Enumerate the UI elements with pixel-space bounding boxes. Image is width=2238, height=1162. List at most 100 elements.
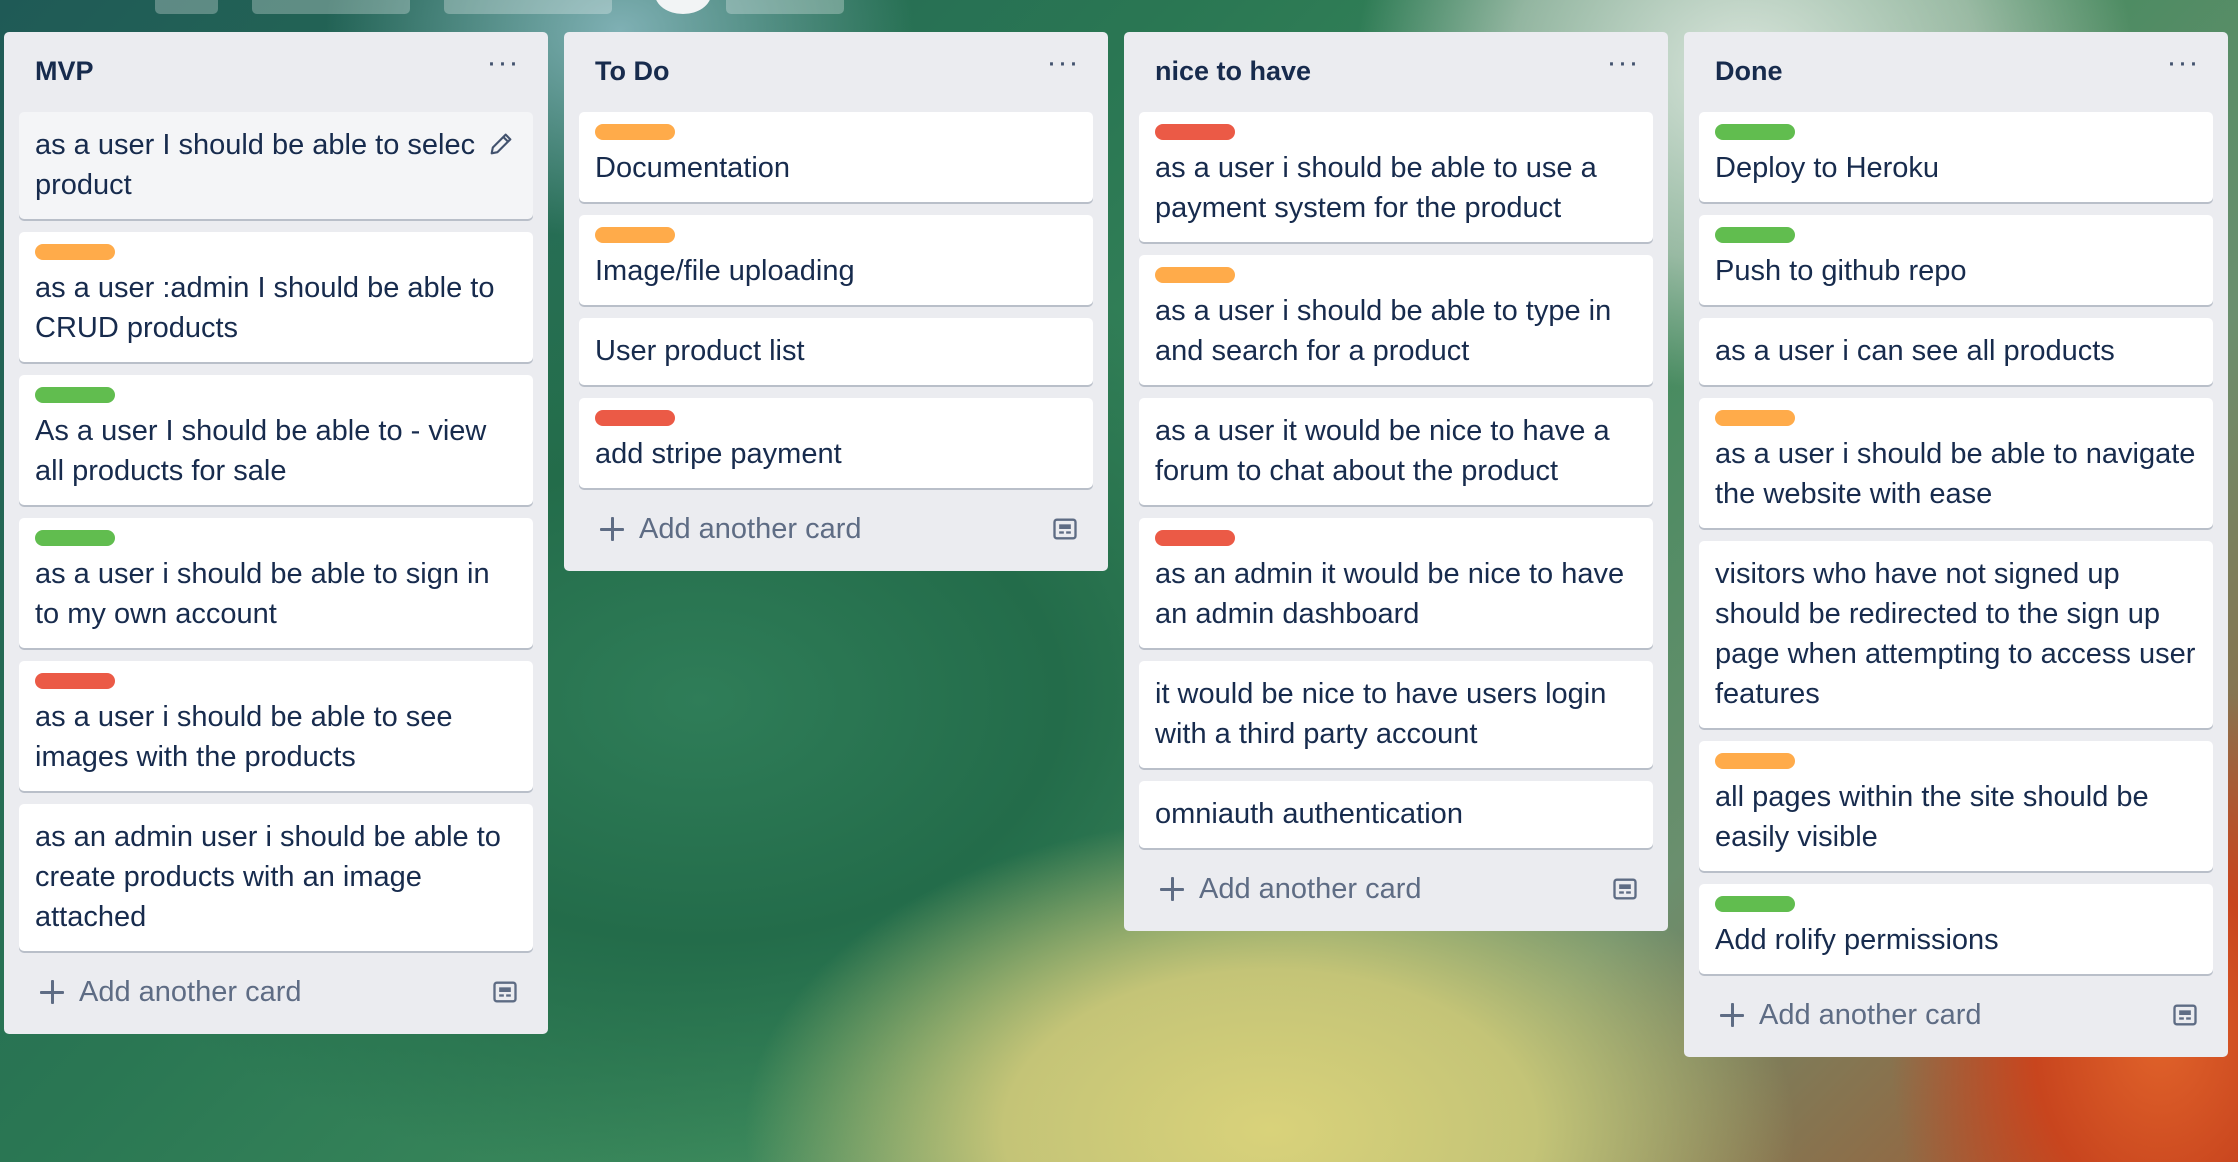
label-orange[interactable] <box>595 124 675 140</box>
card-title: as a user i should be able to use a paym… <box>1155 152 1597 224</box>
label-red[interactable] <box>1155 530 1235 546</box>
list-title[interactable]: Done <box>1715 56 1783 87</box>
add-card-label: Add another card <box>1199 872 1422 905</box>
card[interactable]: as a user i should be able to navigate t… <box>1699 398 2213 528</box>
card[interactable]: as an admin user i should be able to cre… <box>19 804 533 951</box>
card[interactable]: Deploy to Heroku <box>1699 112 2213 202</box>
label-green[interactable] <box>35 530 115 546</box>
card-title-line: product <box>35 169 132 201</box>
add-card-label: Add another card <box>1759 998 1982 1031</box>
label-orange[interactable] <box>595 227 675 243</box>
card[interactable]: As a user I should be able to - view all… <box>19 375 533 505</box>
card-title: all pages within the site should be easi… <box>1715 781 2149 853</box>
card[interactable]: Documentation <box>579 112 1093 202</box>
list-header: Done ··· <box>1699 32 2213 112</box>
label-green[interactable] <box>1715 896 1795 912</box>
label-green[interactable] <box>1715 227 1795 243</box>
list-mvp: MVP ··· as a user I should be able to se… <box>4 32 548 1034</box>
card[interactable]: as a user i should be able to use a paym… <box>1139 112 1653 242</box>
ellipsis-icon[interactable]: ··· <box>2163 48 2203 88</box>
board: MVP ··· as a user I should be able to se… <box>4 32 2234 1132</box>
card[interactable]: as a user i can see all products <box>1699 318 2213 385</box>
card-template-icon[interactable] <box>1611 875 1639 903</box>
card-title: as a user i can see all products <box>1715 335 2115 367</box>
card[interactable]: as a user :admin I should be able to CRU… <box>19 232 533 362</box>
card[interactable]: as a user it would be nice to have a for… <box>1139 398 1653 505</box>
card[interactable]: as a user I should be able to selec prod… <box>19 112 533 219</box>
label-orange[interactable] <box>1715 753 1795 769</box>
add-card-button[interactable]: Add another card <box>19 964 533 1020</box>
card[interactable]: as a user i should be able to type in an… <box>1139 255 1653 385</box>
label-red[interactable] <box>35 673 115 689</box>
card-title: as a user i should be able to see images… <box>35 701 453 773</box>
list-title[interactable]: nice to have <box>1155 56 1311 87</box>
add-card-button[interactable]: Add another card <box>579 501 1093 557</box>
label-red[interactable] <box>1155 124 1235 140</box>
label-red[interactable] <box>595 410 675 426</box>
card[interactable]: Push to github repo <box>1699 215 2213 305</box>
list-title[interactable]: MVP <box>35 56 94 87</box>
list-title[interactable]: To Do <box>595 56 669 87</box>
label-orange[interactable] <box>35 244 115 260</box>
plus-icon <box>1717 1000 1747 1030</box>
card-title-line: as a user I should be able to selec <box>35 129 476 161</box>
card[interactable]: User product list <box>579 318 1093 385</box>
add-card-button[interactable]: Add another card <box>1699 987 2213 1043</box>
header-button[interactable] <box>726 0 844 14</box>
card-title: Documentation <box>595 152 791 184</box>
header-button[interactable] <box>252 0 410 14</box>
plus-icon <box>1157 874 1187 904</box>
label-orange[interactable] <box>1155 267 1235 283</box>
card-title: Add rolify permissions <box>1715 924 1999 956</box>
label-orange[interactable] <box>1715 410 1795 426</box>
add-card-label: Add another card <box>639 512 862 545</box>
card[interactable]: Add rolify permissions <box>1699 884 2213 974</box>
list-done: Done ··· Deploy to Heroku Push to github… <box>1684 32 2228 1057</box>
card[interactable]: Image/file uploading <box>579 215 1093 305</box>
add-card-button[interactable]: Add another card <box>1139 861 1653 917</box>
card-title: as an admin user i should be able to cre… <box>35 821 501 933</box>
card-title: as a user I should be able to selec prod… <box>35 125 517 205</box>
card[interactable]: all pages within the site should be easi… <box>1699 741 2213 871</box>
ellipsis-icon[interactable]: ··· <box>1603 48 1643 88</box>
header-button[interactable] <box>444 0 612 14</box>
list-header: To Do ··· <box>579 32 1093 112</box>
card[interactable]: as an admin it would be nice to have an … <box>1139 518 1653 648</box>
card[interactable]: visitors who have not signed up should b… <box>1699 541 2213 728</box>
card-title: visitors who have not signed up should b… <box>1715 558 2196 710</box>
card-title: as a user :admin I should be able to CRU… <box>35 272 495 344</box>
ellipsis-icon[interactable]: ··· <box>1043 48 1083 88</box>
card[interactable]: as a user i should be able to see images… <box>19 661 533 791</box>
plus-icon <box>37 977 67 1007</box>
card-title: as an admin it would be nice to have an … <box>1155 558 1625 630</box>
header-button[interactable] <box>155 0 218 14</box>
card-title: it would be nice to have users login wit… <box>1155 678 1607 750</box>
list-header: MVP ··· <box>19 32 533 112</box>
list-nice-to-have: nice to have ··· as a user i should be a… <box>1124 32 1668 931</box>
card-title: User product list <box>595 335 805 367</box>
add-card-label: Add another card <box>79 975 302 1008</box>
card-title: Deploy to Heroku <box>1715 152 1940 184</box>
pencil-icon[interactable] <box>487 130 515 158</box>
card-title: Push to github repo <box>1715 255 1967 287</box>
plus-icon <box>597 514 627 544</box>
card[interactable]: as a user i should be able to sign in to… <box>19 518 533 648</box>
card-title: as a user i should be able to navigate t… <box>1715 438 2196 510</box>
card-template-icon[interactable] <box>491 978 519 1006</box>
avatar[interactable] <box>655 0 711 14</box>
card-title: as a user i should be able to sign in to… <box>35 558 490 630</box>
list-to-do: To Do ··· Documentation Image/file uploa… <box>564 32 1108 571</box>
card-title: as a user i should be able to type in an… <box>1155 295 1612 367</box>
card[interactable]: omniauth authentication <box>1139 781 1653 848</box>
card[interactable]: add stripe payment <box>579 398 1093 488</box>
card-template-icon[interactable] <box>1051 515 1079 543</box>
list-header: nice to have ··· <box>1139 32 1653 112</box>
card[interactable]: it would be nice to have users login wit… <box>1139 661 1653 768</box>
label-green[interactable] <box>35 387 115 403</box>
label-green[interactable] <box>1715 124 1795 140</box>
ellipsis-icon[interactable]: ··· <box>483 48 523 88</box>
card-title: add stripe payment <box>595 438 842 470</box>
card-title: omniauth authentication <box>1155 798 1463 830</box>
card-template-icon[interactable] <box>2171 1001 2199 1029</box>
card-title: as a user it would be nice to have a for… <box>1155 415 1610 487</box>
